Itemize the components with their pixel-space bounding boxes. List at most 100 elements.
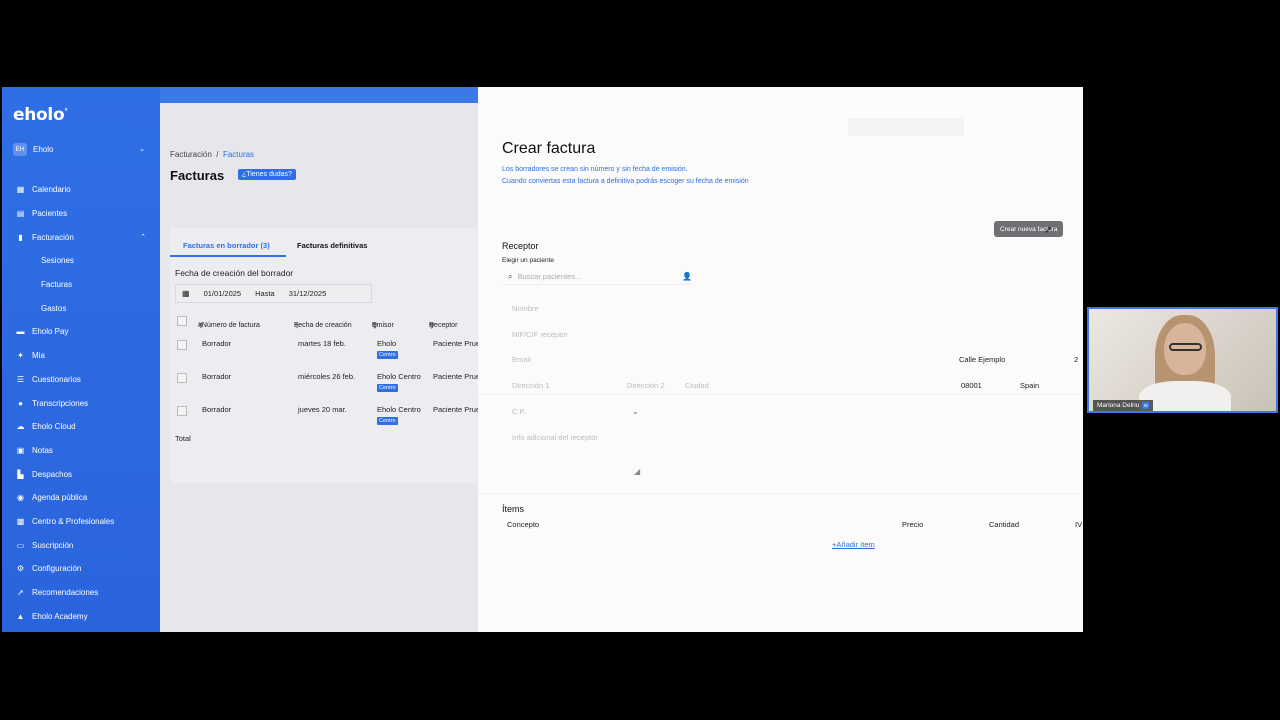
sidebar-item-facturacion[interactable]: ▮ Facturación ⌃: [2, 225, 160, 249]
eholo-logo[interactable]: eholo°: [13, 105, 68, 125]
date-range-picker[interactable]: ▦ 01/01/2025 Hasta 31/12/2025: [175, 284, 372, 303]
academy-icon: ▲: [16, 611, 25, 621]
table-row[interactable]: Borrador jueves 20 mar. Eholo Centro Cen…: [175, 398, 480, 431]
sidebar-item-calendario[interactable]: ▦ Calendario: [2, 178, 160, 202]
table-row[interactable]: Borrador miércoles 26 feb. Eholo Centro …: [175, 365, 480, 398]
presenter-name-tag: Mariona Delriu M: [1093, 400, 1154, 411]
chevron-up-icon: ⌃: [140, 234, 146, 242]
card-icon: ▬: [16, 327, 25, 337]
sidebar-item-cuestionarios[interactable]: ☰ Cuestionarios: [2, 368, 160, 392]
receptor-title: Receptor: [502, 241, 539, 251]
invoices-card: Facturas en borrador (3) Facturas defini…: [170, 228, 480, 483]
sidebar-item-eholo-academy[interactable]: ▲ Eholo Academy: [2, 604, 160, 628]
gear-icon: ⚙: [16, 564, 25, 574]
sort-icon: ⇳: [198, 323, 204, 330]
tab-final-invoices[interactable]: Facturas definitivas: [297, 241, 367, 250]
chevron-down-icon[interactable]: ⌄: [632, 407, 639, 416]
globe-icon: ◉: [17, 493, 24, 503]
city-field[interactable]: Ciudad: [685, 381, 709, 390]
cell-numero: Borrador: [202, 339, 232, 348]
sidebar-item-centro-profesionales[interactable]: ▩ Centro & Profesionales: [2, 510, 160, 534]
divider: [478, 394, 1083, 395]
nif-field[interactable]: NIF/CIF receptor: [512, 330, 568, 339]
add-item-button[interactable]: +Añadir ítem: [832, 540, 875, 549]
table-row[interactable]: Borrador martes 18 feb. Eholo Centro Pac…: [175, 332, 480, 365]
issue-date-note: Cuando conviertas esta factura a definit…: [502, 178, 749, 185]
address2-field[interactable]: Dirección 2: [627, 381, 665, 390]
sidebar-item-notas[interactable]: ▣ Notas: [2, 439, 160, 463]
sidebar-item-configuracion[interactable]: ⚙ Configuración: [2, 557, 160, 581]
breadcrumb-current: Facturas: [222, 150, 255, 159]
create-invoice-drawer: Crear factura Los borradores se crean si…: [478, 87, 1083, 632]
centro-badge: Centro: [377, 384, 398, 392]
patients-icon: ▤: [16, 209, 25, 219]
sidebar-item-sesiones[interactable]: Sesiones: [2, 249, 160, 273]
date-filter-label: Fecha de creación del borrador: [175, 268, 294, 278]
item-column-precio: Precio: [902, 520, 924, 529]
centro-badge: Centro: [377, 351, 398, 359]
sidebar-item-eholo-cloud[interactable]: ☁ Eholo Cloud: [2, 415, 160, 439]
filter-icon: ▽: [429, 323, 435, 330]
calendar-icon: ▦: [16, 185, 25, 195]
building-icon: ▙: [17, 469, 24, 479]
sidebar-item-recomendaciones[interactable]: ➚ Recomendaciones: [2, 581, 160, 605]
cell-numero: Borrador: [202, 372, 232, 381]
breadcrumb-separator: /: [216, 150, 219, 159]
breadcrumb-parent[interactable]: Facturación: [170, 150, 212, 159]
email-field[interactable]: Email: [512, 355, 531, 364]
nombre-field[interactable]: Nombre: [512, 304, 539, 313]
cell-receptor: Paciente Prue: [433, 405, 481, 414]
sort-icon: ⇳: [294, 323, 300, 330]
notes-icon: ▣: [16, 445, 25, 455]
item-column-concepto: Concepto: [507, 520, 540, 529]
sidebar: eholo° EH Eholo ⌄ ▦ Calendario ▤ Pacientes…: [2, 87, 160, 632]
sidebar-item-agenda-publica[interactable]: ◉ Agenda pública: [2, 486, 160, 510]
cell-fecha: jueves 20 mar.: [298, 405, 347, 414]
cell-receptor: Paciente Prue: [433, 372, 481, 381]
patient-search-input[interactable]: Buscar pacientes...: [517, 272, 581, 281]
calendar-icon: ▦: [182, 289, 190, 298]
cell-fecha: miércoles 26 feb.: [298, 372, 356, 381]
sidebar-item-gastos[interactable]: Gastos: [2, 296, 160, 320]
cell-emisor: Eholo Centro: [377, 405, 421, 414]
date-from[interactable]: 01/01/2025: [204, 289, 242, 298]
breadcrumb: Facturación / Facturas: [170, 150, 254, 159]
country-value: Spain: [1020, 381, 1040, 390]
cell-fecha: martes 18 feb.: [298, 339, 346, 348]
additional-info-textarea[interactable]: Info adicional del receptor: [512, 433, 598, 442]
help-button[interactable]: ¿Tienes dudas?: [238, 169, 296, 180]
sidebar-item-suscripcion[interactable]: ▭ Suscripción: [2, 533, 160, 557]
search-icon: ⌕: [508, 271, 513, 281]
list-icon: ☰: [16, 374, 25, 384]
sidebar-item-facturas[interactable]: Facturas: [2, 273, 160, 297]
patient-search[interactable]: ⌕ Buscar pacientes... 👤: [502, 269, 692, 285]
row-checkbox[interactable]: [177, 373, 187, 383]
cell-receptor: Paciente Prue: [433, 339, 481, 348]
sidebar-item-despachos[interactable]: ▙ Despachos: [2, 462, 160, 486]
header-action-placeholder: [848, 118, 964, 136]
sidebar-item-mia[interactable]: ✦ Mia: [2, 344, 160, 368]
table-total-label: Total: [175, 434, 191, 443]
create-invoice-tooltip: Crear nueva factura: [994, 221, 1064, 237]
tab-draft-invoices[interactable]: Facturas en borrador (3): [170, 241, 286, 257]
invoice-icon: ▮: [18, 232, 23, 242]
postal-code-select[interactable]: C.P.: [512, 407, 526, 416]
postal-code-value: 08001: [961, 381, 982, 390]
items-title: Ítems: [502, 504, 525, 514]
org-switcher[interactable]: EH Eholo ⌄: [13, 141, 145, 157]
add-patient-icon[interactable]: 👤: [682, 272, 692, 281]
org-name: Eholo: [33, 144, 54, 154]
mouse-cursor-icon: ➚: [1044, 225, 1053, 236]
address1-field[interactable]: Dirección 1: [512, 381, 550, 390]
sidebar-nav: ▦ Calendario ▤ Pacientes ▮ Facturación ⌃ Ses…: [2, 178, 160, 628]
org-avatar: EH: [13, 142, 27, 156]
date-to[interactable]: 31/12/2025: [289, 289, 327, 298]
centro-badge: Centro: [377, 417, 398, 425]
sidebar-item-pacientes[interactable]: ▤ Pacientes: [2, 202, 160, 226]
row-checkbox[interactable]: [177, 406, 187, 416]
sidebar-item-transcripciones[interactable]: ● Transcripciones: [2, 391, 160, 415]
sidebar-item-eholo-pay[interactable]: ▬ Eholo Pay: [2, 320, 160, 344]
resize-handle-icon[interactable]: ◢: [634, 467, 640, 476]
row-checkbox[interactable]: [177, 340, 187, 350]
select-all-checkbox[interactable]: [177, 316, 187, 326]
